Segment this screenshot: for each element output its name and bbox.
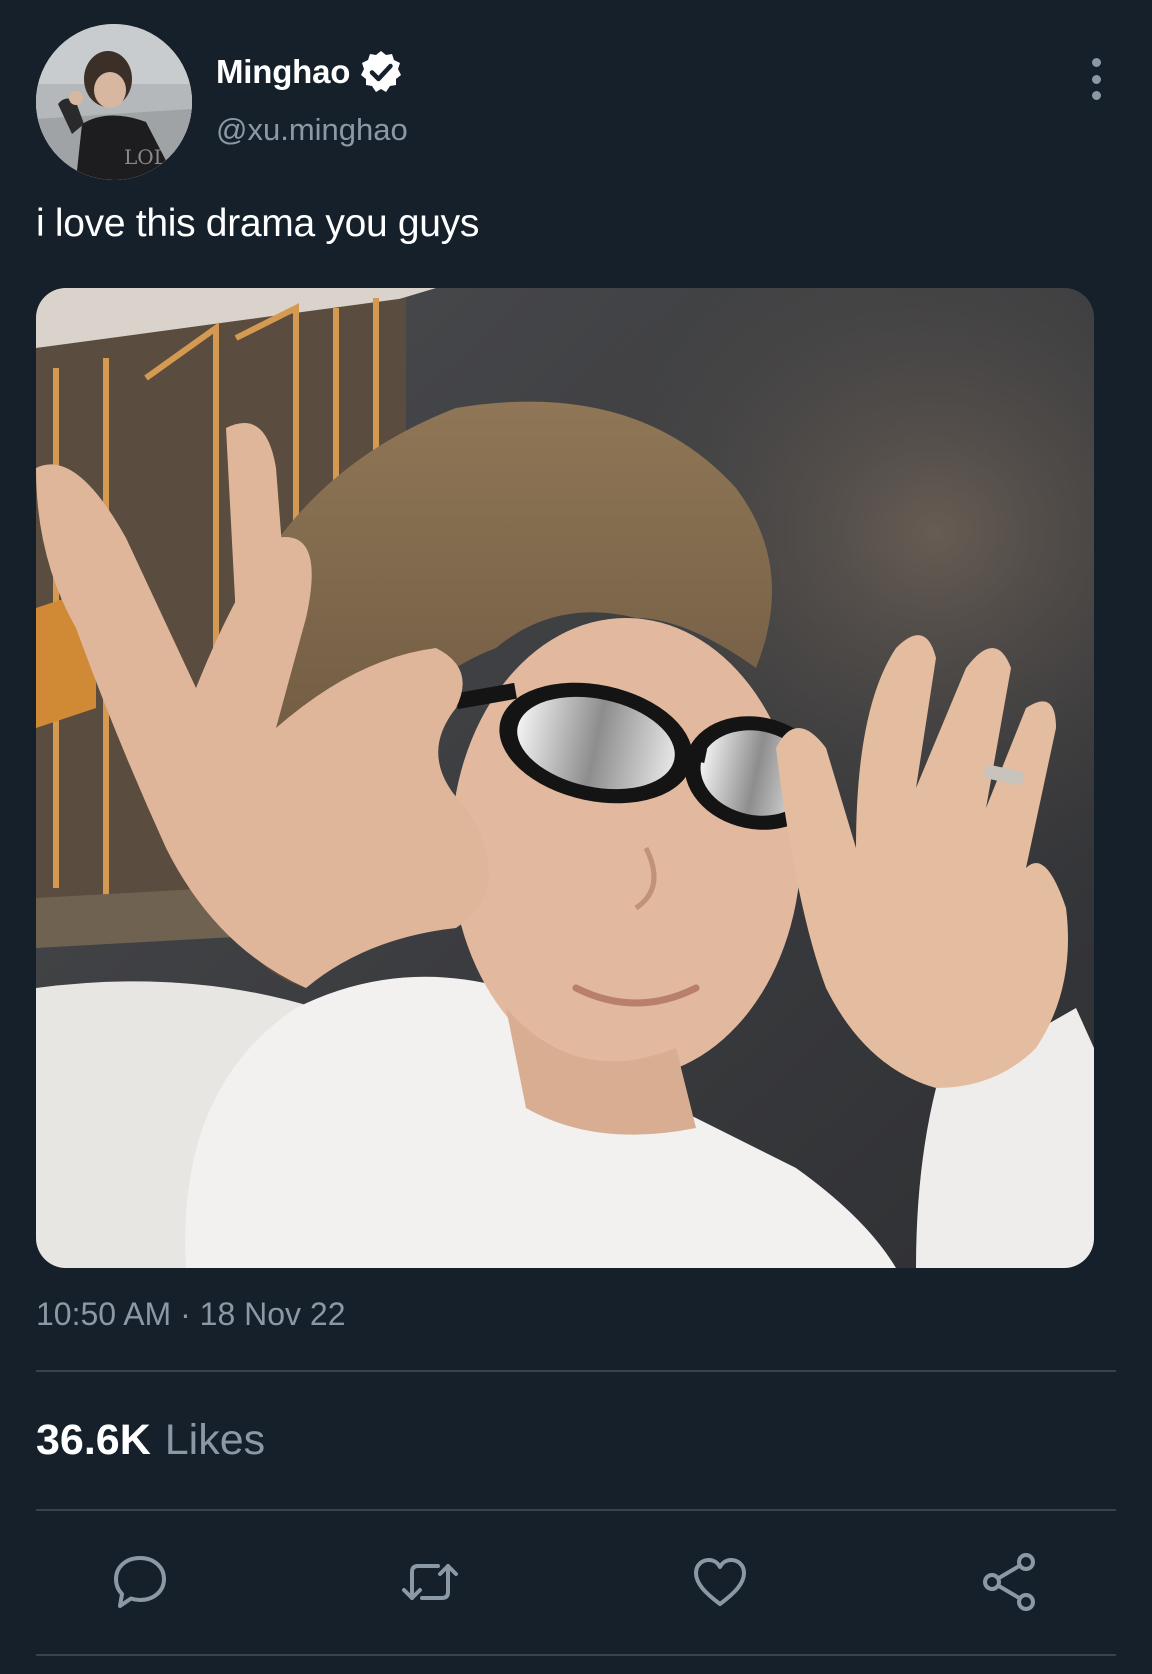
author-avatar[interactable]: LOL — [36, 24, 192, 180]
tweet-media-photo[interactable] — [36, 288, 1094, 1268]
tweet-header: LOL Minghao @xu.minghao — [36, 24, 1116, 180]
divider-bottom — [36, 1654, 1116, 1656]
retweet-icon — [402, 1564, 458, 1600]
like-button[interactable] — [688, 1550, 752, 1614]
likes-count: 36.6K — [36, 1416, 151, 1464]
likes-stat[interactable]: 36.6K Likes — [36, 1416, 265, 1465]
author-name-row[interactable]: Minghao — [216, 46, 405, 98]
avatar-image: LOL — [36, 24, 192, 180]
tweet-timestamp[interactable]: 10:50 AM · 18 Nov 22 — [36, 1296, 346, 1333]
author-display-name[interactable]: Minghao — [216, 53, 350, 91]
verified-badge-icon — [361, 51, 402, 92]
share-icon — [983, 1553, 1035, 1611]
heart-icon — [694, 1558, 746, 1606]
photo-person-adjusting-glasses — [36, 288, 1094, 1268]
share-button[interactable] — [978, 1550, 1042, 1614]
reply-button[interactable] — [108, 1550, 172, 1614]
divider-middle — [36, 1509, 1116, 1511]
likes-label: Likes — [164, 1416, 266, 1464]
tweet-text: i love this drama you guys — [36, 202, 480, 245]
more-options-icon[interactable] — [1076, 54, 1116, 104]
reply-icon — [114, 1556, 166, 1608]
retweet-button[interactable] — [398, 1550, 462, 1614]
divider-top — [36, 1370, 1116, 1372]
svg-text:LOL: LOL — [124, 145, 167, 169]
tweet-actions-bar — [0, 1540, 1152, 1620]
author-handle[interactable]: @xu.minghao — [216, 112, 408, 148]
